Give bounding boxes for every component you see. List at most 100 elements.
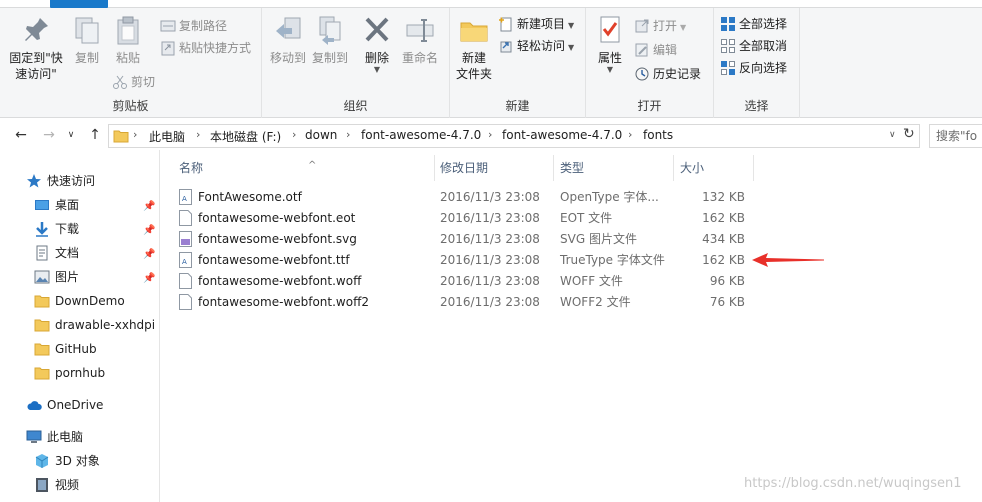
easy-access-button[interactable]: 轻松访问 ▼ (498, 36, 574, 56)
file-name-cell: fontawesome-webfont.woff2 (179, 292, 369, 313)
nav-item-documents[interactable]: 文档 (34, 242, 79, 264)
nav-item-label: drawable-xxhdpi (55, 318, 156, 332)
recent-locations-chevron-icon[interactable]: ∨ (62, 126, 80, 144)
file-row[interactable]: fontawesome-webfont.woff 2016/11/3 23:08… (175, 271, 755, 292)
delete-x-icon (365, 17, 389, 42)
breadcrumb-separator[interactable]: › (346, 128, 350, 141)
chevron-down-icon[interactable]: ▼ (592, 66, 628, 74)
breadcrumb-separator[interactable]: › (628, 128, 632, 141)
forward-arrow-icon[interactable]: → (40, 126, 58, 144)
file-row[interactable]: fontawesome-webfont.eot 2016/11/3 23:08 … (175, 208, 755, 229)
column-header-name[interactable]: 名称 ^ (173, 155, 435, 181)
cut-button[interactable]: 剪切 (112, 72, 155, 92)
nav-item-label: 文档 (55, 246, 80, 260)
column-header-size[interactable]: 大小 (674, 155, 754, 181)
copy-path-button[interactable]: 复制路径 (160, 16, 227, 36)
nav-item-pornhub[interactable]: pornhub (34, 362, 105, 384)
up-arrow-icon[interactable]: ↑ (86, 126, 104, 144)
pin-icon[interactable]: 📌 (143, 201, 155, 212)
computer-icon (26, 430, 42, 443)
copy-button[interactable]: 复制 (68, 14, 106, 66)
nav-item-label: GitHub (55, 342, 97, 356)
search-input[interactable]: 搜索"fo (929, 124, 982, 148)
move-to-icon (276, 17, 301, 39)
nav-item-drawable[interactable]: drawable-xxhdpi (34, 314, 155, 336)
cut-label: 剪切 (131, 75, 156, 89)
pin-quick-access-button[interactable]: 固定到"快 速访问" (6, 14, 66, 82)
file-size: 434 KB (702, 232, 745, 246)
nav-3d-objects[interactable]: 3D 对象 (34, 450, 100, 472)
history-button[interactable]: 历史记录 (634, 64, 701, 84)
breadcrumb-separator[interactable]: › (292, 128, 296, 141)
edit-button[interactable]: 编辑 (634, 40, 677, 60)
rename-button[interactable]: 重命名 (398, 14, 442, 66)
file-type: OpenType 字体... (560, 190, 659, 204)
nav-onedrive[interactable]: OneDrive (26, 394, 103, 416)
tab-view[interactable] (178, 0, 202, 6)
select-group-label: 选择 (744, 99, 769, 113)
nav-item-pictures[interactable]: 图片 (34, 266, 79, 288)
column-header-type[interactable]: 类型 (554, 155, 674, 181)
nav-quick-access[interactable]: 快速访问 (26, 170, 95, 192)
tab-home[interactable] (50, 0, 108, 8)
pin-icon[interactable]: 📌 (143, 273, 155, 284)
properties-button[interactable]: 属性 ▼ (592, 14, 628, 74)
new-item-button[interactable]: 新建项目 ▼ (498, 14, 574, 34)
file-row[interactable]: Afontawesome-webfont.ttf 2016/11/3 23:08… (175, 250, 755, 271)
file-name-cell: fontawesome-webfont.svg (179, 229, 357, 250)
pin-icon[interactable]: 📌 (143, 249, 155, 260)
breadcrumb-separator[interactable]: › (196, 128, 200, 141)
breadcrumb-fonts[interactable]: fonts (643, 128, 673, 142)
breadcrumb-local-disk[interactable]: 本地磁盘 (F:) (210, 128, 281, 145)
back-arrow-icon[interactable]: ← (12, 126, 30, 144)
folder-icon (34, 319, 50, 332)
column-header-date-label: 修改日期 (440, 161, 489, 175)
breadcrumb-font-awesome-2[interactable]: font-awesome-4.7.0 (502, 128, 622, 142)
select-none-button[interactable]: 全部取消 (720, 36, 787, 56)
file-name: fontawesome-webfont.ttf (198, 253, 350, 267)
pin-icon[interactable]: 📌 (143, 225, 155, 236)
open-button[interactable]: 打开 ▼ (634, 16, 686, 36)
refresh-icon[interactable]: ↻ (903, 126, 915, 142)
move-to-button[interactable]: 移动到 (266, 14, 310, 66)
new-folder-button[interactable]: 新建 文件夹 (454, 14, 494, 82)
file-row[interactable]: fontawesome-webfont.woff2 2016/11/3 23:0… (175, 292, 755, 313)
font-file-icon: A (179, 252, 192, 268)
tab-share[interactable] (124, 0, 148, 6)
breadcrumb-down[interactable]: down (305, 128, 337, 142)
file-size: 76 KB (709, 295, 745, 309)
properties-icon (600, 16, 620, 43)
delete-button[interactable]: 删除 ▼ (360, 14, 394, 74)
history-label: 历史记录 (653, 67, 702, 81)
paste-shortcut-button[interactable]: 粘贴快捷方式 (160, 38, 251, 58)
nav-this-pc[interactable]: 此电脑 (26, 426, 83, 448)
nav-item-downloads[interactable]: 下载 (34, 218, 79, 240)
breadcrumb-this-pc[interactable]: 此电脑 (149, 128, 185, 145)
nav-item-desktop[interactable]: 桌面 (34, 194, 79, 216)
file-size: 132 KB (702, 190, 745, 204)
paste-button[interactable]: 粘贴 (108, 14, 148, 66)
column-header-date[interactable]: 修改日期 (434, 155, 554, 181)
address-bar[interactable]: › 此电脑 › 本地磁盘 (F:) › down › font-awesome-… (108, 124, 920, 148)
chevron-down-icon[interactable]: ▼ (360, 66, 394, 74)
address-history-chevron-icon[interactable]: ∨ (889, 130, 896, 140)
nav-item-label: 桌面 (55, 198, 80, 212)
paste-label: 粘贴 (115, 51, 140, 65)
select-all-button[interactable]: 全部选择 (720, 14, 787, 34)
breadcrumb-separator[interactable]: › (488, 128, 492, 141)
breadcrumb-separator[interactable]: › (133, 128, 137, 141)
rename-label: 重命名 (401, 51, 438, 65)
new-item-label: 新建项目 (517, 17, 566, 31)
easy-access-label: 轻松访问 (517, 39, 566, 53)
file-row[interactable]: A FontAwesome.otf 2016/11/3 23:08 OpenTyp… (175, 187, 755, 208)
nav-videos[interactable]: 视频 (34, 474, 79, 496)
invert-selection-button[interactable]: 反向选择 (720, 58, 787, 78)
blank-file-icon (179, 210, 192, 226)
breadcrumb-font-awesome-1[interactable]: font-awesome-4.7.0 (361, 128, 481, 142)
file-name: fontawesome-webfont.svg (198, 232, 357, 246)
nav-item-downdemo[interactable]: DownDemo (34, 290, 125, 312)
scissors-icon (113, 75, 127, 89)
file-row[interactable]: fontawesome-webfont.svg 2016/11/3 23:08 … (175, 229, 755, 250)
nav-item-github[interactable]: GitHub (34, 338, 97, 360)
copy-to-button[interactable]: 复制到 (308, 14, 352, 66)
